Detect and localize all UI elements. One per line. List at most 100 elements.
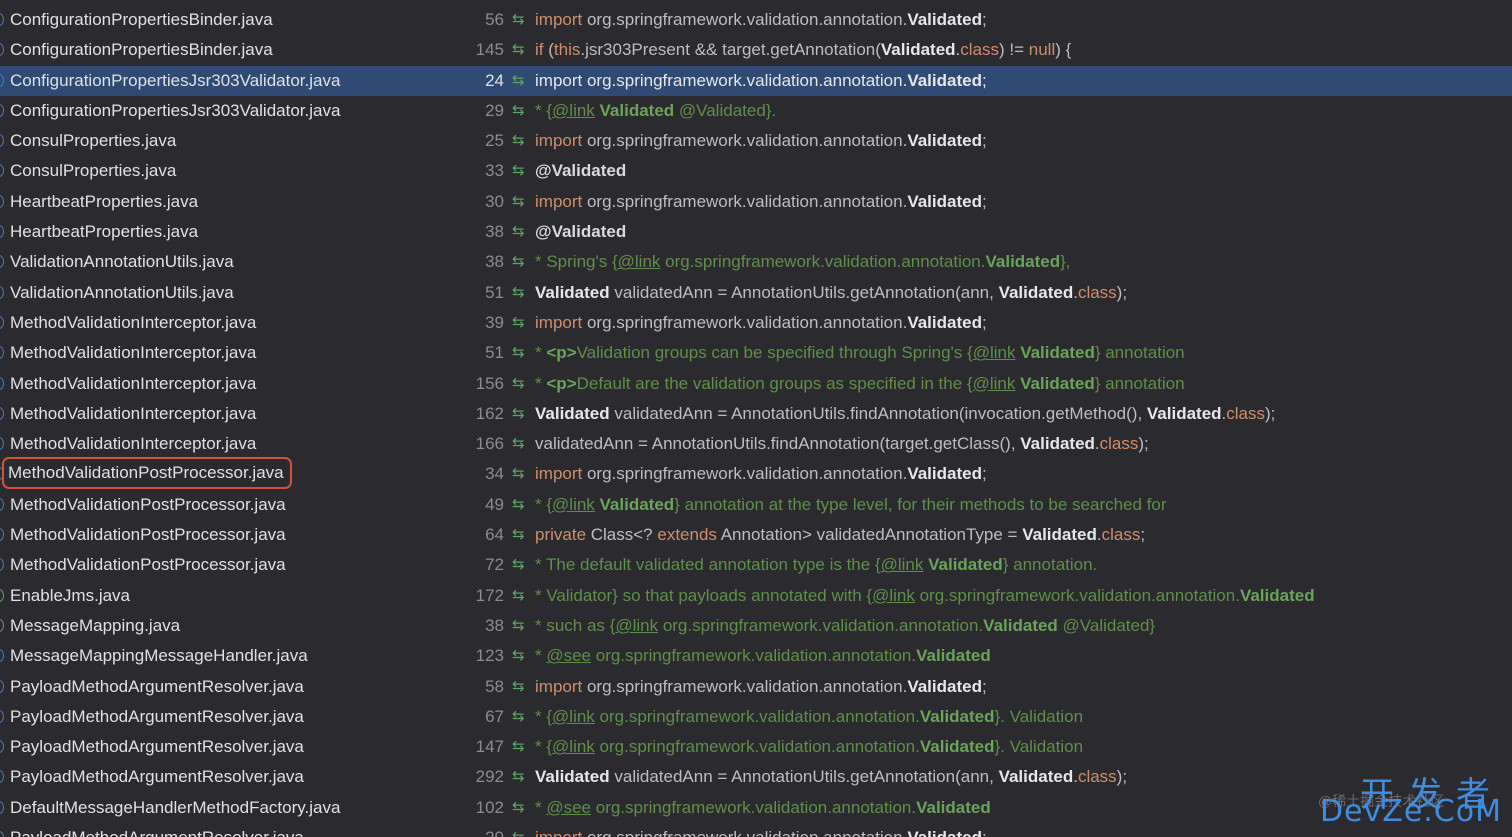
result-code-snippet: Validated validatedAnn = AnnotationUtils…	[535, 762, 1127, 792]
result-file-name: HeartbeatProperties.java	[10, 191, 199, 211]
code-token: ;	[981, 191, 987, 211]
code-token: Validated	[1239, 585, 1315, 605]
java-class-icon	[0, 770, 4, 784]
code-token: ) !=	[999, 40, 1029, 60]
result-row[interactable]: MethodValidationInterceptor.java 51 ⇆ * <p>…	[0, 338, 1512, 368]
result-row[interactable]: ConsulProperties.java 25 ⇆ import org.sprin…	[0, 126, 1512, 156]
usage-arrow-icon: ⇆	[512, 823, 525, 837]
usage-arrow-icon: ⇆	[512, 798, 525, 816]
code-token: @link	[615, 615, 659, 635]
result-row[interactable]: MethodValidationInterceptor.java 166 ⇆ vali…	[0, 429, 1512, 459]
result-row[interactable]: MethodValidationPostProcessor.java 64 ⇆ pri…	[0, 520, 1512, 550]
result-row[interactable]: ConsulProperties.java 33 ⇆ @Validated	[0, 156, 1512, 186]
code-token: org.springframework.validation.annotatio…	[591, 797, 917, 817]
result-row[interactable]: DefaultMessageHandlerMethodFactory.java 1…	[0, 793, 1512, 823]
result-code-snippet: import org.springframework.validation.an…	[535, 459, 987, 489]
result-row[interactable]: ConfigurationPropertiesBinder.java 56 ⇆ imp…	[0, 5, 1512, 35]
code-token: * {	[535, 706, 553, 726]
code-token: org.springframework.validation.annotatio…	[586, 676, 908, 696]
result-code-snippet: import org.springframework.validation.an…	[535, 672, 987, 702]
java-class-icon	[0, 194, 4, 208]
result-line-number: 162	[475, 403, 504, 423]
java-class-icon	[0, 315, 4, 329]
code-token: Validated	[998, 282, 1074, 302]
result-row[interactable]: MessageMappingMessageHandler.java 123 ⇆ * @…	[0, 641, 1512, 671]
result-row[interactable]: MethodValidationPostProcessor.java 49 ⇆ * {…	[0, 490, 1512, 520]
code-token: class	[1077, 282, 1117, 302]
code-token: org.springframework.validation.annotatio…	[587, 828, 907, 837]
code-token: validatedAnn = AnnotationUtils.getAnnota…	[609, 282, 999, 302]
result-line-number: 51	[485, 343, 504, 363]
java-class-icon	[0, 649, 4, 663]
java-class-icon	[0, 437, 4, 451]
code-token: Validated	[919, 737, 995, 757]
usage-arrow-icon: ⇆	[512, 435, 525, 453]
result-file-name: ConsulProperties.java	[10, 161, 177, 181]
result-row[interactable]: ValidationAnnotationUtils.java 51 ⇆ Validat…	[0, 278, 1512, 308]
usage-arrow-icon: ⇆	[512, 223, 525, 241]
code-token: import	[535, 464, 587, 484]
result-line-number: 56	[485, 10, 504, 29]
result-row[interactable]: ConfigurationPropertiesJsr303Validator.j…	[0, 65, 1512, 96]
result-row[interactable]: MethodValidationPostProcessor.java 34 ⇆ imp…	[0, 457, 1512, 490]
code-token: @link	[972, 373, 1016, 393]
code-token: } annotation at the type level, for thei…	[674, 494, 1167, 514]
result-file-name: PayloadMethodArgumentResolver.java	[10, 737, 304, 757]
code-token: );	[1265, 403, 1276, 423]
usage-arrow-icon: ⇆	[512, 41, 525, 59]
code-token: } annotation.	[1002, 555, 1098, 575]
java-class-icon	[0, 740, 4, 754]
code-token: } annotation	[1094, 373, 1185, 393]
code-token: @link	[552, 494, 595, 514]
java-class-icon	[0, 285, 4, 299]
result-line-number: 39	[485, 312, 504, 332]
code-token: * {	[535, 737, 553, 757]
code-token: Validated	[928, 555, 1003, 575]
code-token: org.springframework.validation.annotatio…	[594, 737, 920, 757]
code-token: ;	[1140, 525, 1146, 545]
result-line-number: 292	[475, 767, 504, 787]
code-token: * such as {	[535, 615, 616, 635]
result-line-number: 67	[485, 706, 504, 726]
result-row[interactable]: ConfigurationPropertiesJsr303Validator.j…	[0, 96, 1512, 126]
code-token: @link	[617, 252, 661, 272]
code-token: * {	[535, 100, 553, 120]
result-row[interactable]: MessageMapping.java 38 ⇆ * such as {@link o…	[0, 611, 1512, 641]
result-row[interactable]: HeartbeatProperties.java 38 ⇆ @Validated	[0, 217, 1512, 247]
site-watermark: @稀土掘金技术社区 开发者 DevZe.CoM	[1318, 767, 1504, 829]
result-code-snippet: * {@link org.springframework.validation.…	[535, 702, 1083, 732]
result-file-name: PayloadMethodArgumentResolver.java	[10, 823, 304, 837]
result-row[interactable]: PayloadMethodArgumentResolver.java 58 ⇆ imp…	[0, 672, 1512, 702]
result-file-name: MethodValidationInterceptor.java	[10, 343, 257, 363]
result-row[interactable]: PayloadMethodArgumentResolver.java 292 ⇆ Va…	[0, 762, 1512, 792]
java-class-icon	[0, 346, 4, 360]
code-token: org.springframework.validation.annotatio…	[594, 706, 920, 726]
usage-arrow-icon: ⇆	[512, 586, 525, 604]
result-row[interactable]: MethodValidationInterceptor.java 39 ⇆ impor…	[0, 308, 1512, 338]
java-class-icon	[0, 679, 4, 693]
result-file-name: MethodValidationPostProcessor.java	[2, 457, 292, 490]
code-token: import	[535, 191, 587, 211]
result-code-snippet: import org.springframework.validation.an…	[535, 187, 987, 217]
result-row[interactable]: MethodValidationPostProcessor.java 72 ⇆ * T…	[0, 550, 1512, 580]
result-row[interactable]: MethodValidationInterceptor.java 156 ⇆ * <p…	[0, 369, 1512, 399]
result-code-snippet: Validated validatedAnn = AnnotationUtils…	[535, 278, 1127, 308]
code-token: Validated	[907, 131, 982, 151]
usage-arrow-icon: ⇆	[512, 616, 525, 634]
result-code-snippet: * Spring's {@link org.springframework.va…	[535, 247, 1071, 277]
result-row[interactable]: ValidationAnnotationUtils.java 38 ⇆ * Sprin…	[0, 247, 1512, 277]
usage-arrow-icon: ⇆	[512, 495, 525, 513]
code-token: import	[535, 131, 587, 151]
result-row[interactable]: PayloadMethodArgumentResolver.java 147 ⇆ * …	[0, 732, 1512, 762]
result-row[interactable]: EnableJms.java 172 ⇆ * Validator} so that p…	[0, 581, 1512, 611]
result-line-number: 72	[485, 555, 504, 575]
result-file-name: MessageMappingMessageHandler.java	[10, 646, 308, 666]
result-row[interactable]: ConfigurationPropertiesBinder.java 145 ⇆ if…	[0, 35, 1512, 65]
code-token: *	[535, 343, 547, 363]
result-line-number: 156	[475, 373, 504, 393]
result-row[interactable]: PayloadMethodArgumentResolver.java 20 ⇆ imp…	[0, 823, 1512, 837]
result-row[interactable]: PayloadMethodArgumentResolver.java 67 ⇆ * {…	[0, 702, 1512, 732]
result-row[interactable]: MethodValidationInterceptor.java 162 ⇆ Vali…	[0, 399, 1512, 429]
result-row[interactable]: HeartbeatProperties.java 30 ⇆ import org.sp…	[0, 187, 1512, 217]
code-token: @link	[972, 343, 1016, 363]
